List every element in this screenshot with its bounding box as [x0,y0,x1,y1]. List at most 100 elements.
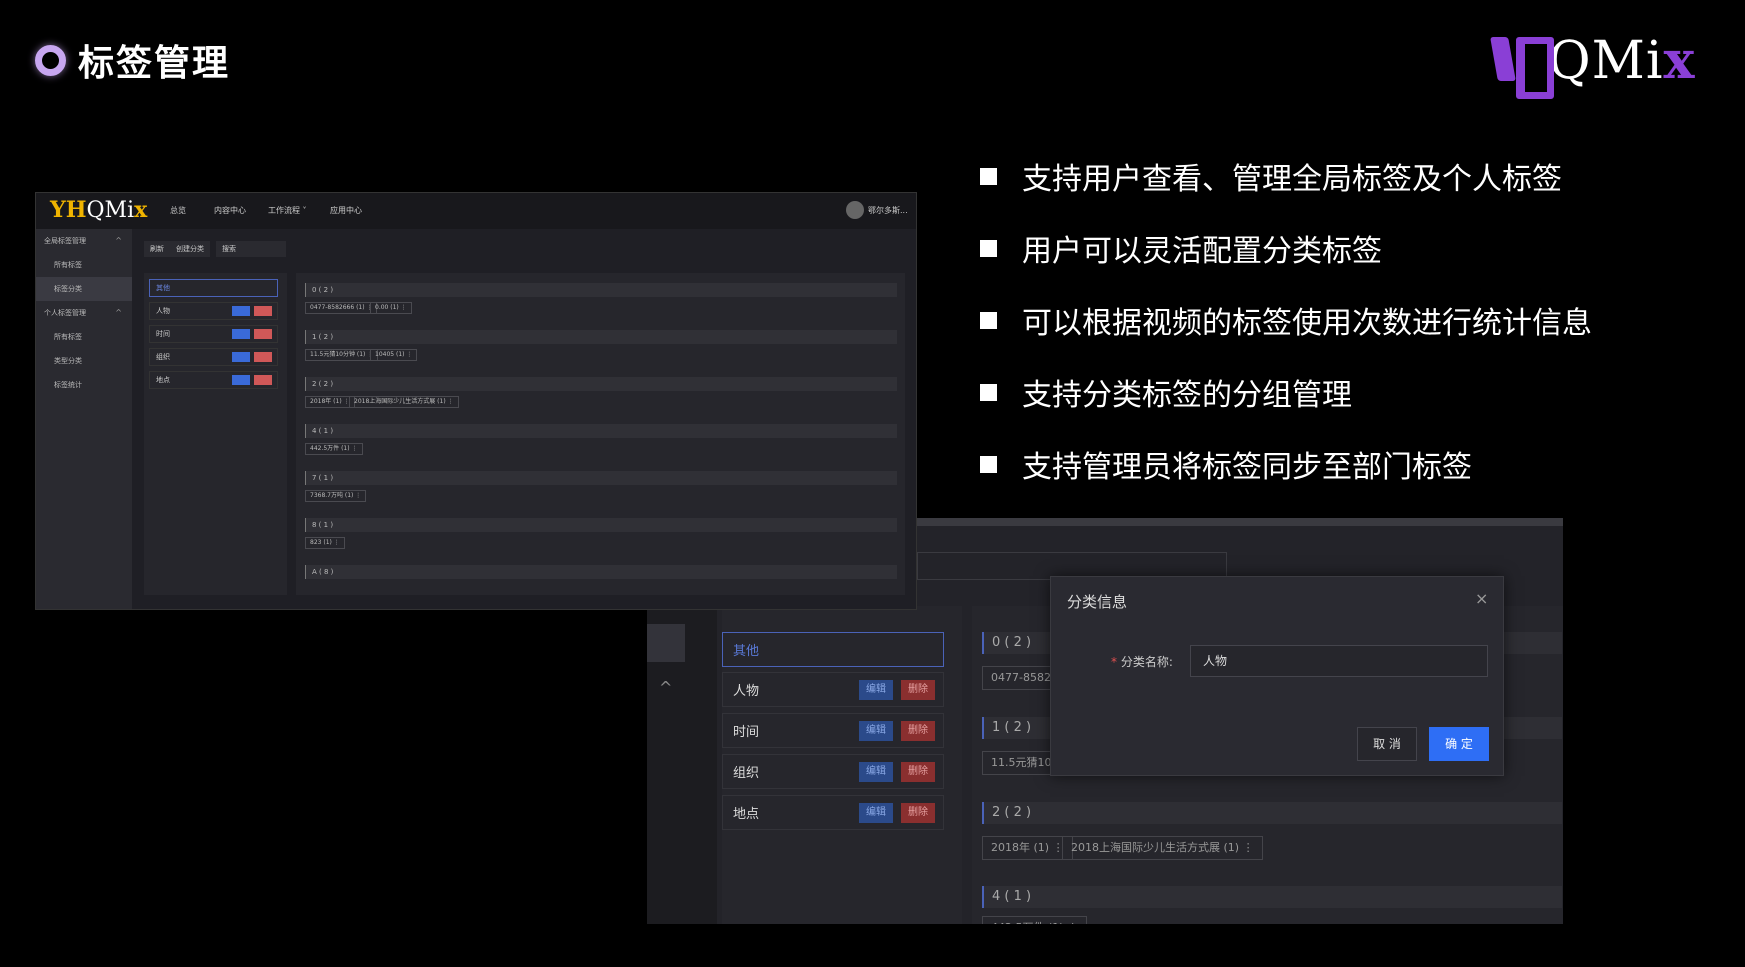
close-icon[interactable]: × [1475,589,1488,608]
category-name-input[interactable]: 人物 [1190,645,1488,677]
tag-group-header: 2 ( 2 ) [305,377,897,391]
feature-text: 用户可以灵活配置分类标签 [1022,234,1382,269]
sidebar-item-tag-stats[interactable]: 标签统计 [36,373,132,397]
search-input[interactable]: 搜索 [216,241,286,257]
edit-button[interactable] [232,306,250,316]
category-item[interactable]: 人物 [149,302,278,320]
confirm-button[interactable]: 确 定 [1429,727,1489,761]
sidebar-group-personal[interactable]: 个人标签管理 ^ [36,301,132,325]
delete-button[interactable] [254,329,272,339]
tag-chip[interactable]: 2018年 (1) ⋮ [982,836,1073,860]
tag-group-header: A ( 8 ) [305,565,897,579]
sidebar-label: 个人标签管理 [44,309,86,317]
slide-title: 标签管理 [78,43,231,84]
nav-workflow[interactable]: 工作流程 ˅ [268,205,307,216]
category-name: 其他 [733,644,760,659]
sidebar-label: 全局标签管理 [44,237,86,245]
bullet-square-icon [980,239,997,257]
tag-chip[interactable]: 823 (1) ⋮ [305,537,345,549]
category-info-modal: 分类信息 × * 分类名称: 人物 取 消 确 定 [1050,576,1504,776]
logo-text: QMi [1548,30,1664,91]
nav-overview[interactable]: 总览 [170,205,186,216]
category-name-label: * 分类名称: [1111,653,1173,670]
tag-chip[interactable]: 2018上海国际少儿生活方式展 (1) ⋮ [1062,836,1263,860]
sidebar: 全局标签管理 ^ 所有标签 标签分类 个人标签管理 ^ 所有标签 类型分类 标签统计 [36,229,132,609]
sidebar-item-tag-category[interactable]: 标签分类 [36,277,132,301]
required-mark: * [1111,655,1117,669]
category-item[interactable]: 其他 [149,279,278,297]
feature-item: 支持管理员将标签同步至部门标签 [980,428,1720,500]
category-name: 时间 [156,330,170,338]
delete-button[interactable] [254,352,272,362]
top-strip [917,518,1563,526]
sidebar-label: 类型分类 [54,357,82,365]
feature-text: 支持用户查看、管理全局标签及个人标签 [1022,162,1562,197]
chevron-up-icon[interactable]: ^ [659,678,672,697]
tag-chip[interactable]: 2018上海国际少儿生活方式展 (1) ⋮ [349,396,459,408]
user-menu[interactable]: 鄂尔多斯... [846,201,908,219]
tag-category-screenshot: YHQMix 总览 内容中心 工作流程 ˅ 应用中心 鄂尔多斯... 全局标签管… [35,192,917,610]
feature-text: 支持分类标签的分组管理 [1022,378,1352,413]
delete-button[interactable] [254,306,272,316]
category-item[interactable]: 时间 [149,325,278,343]
delete-button[interactable]: 删除 [901,680,935,700]
sidebar-label: 所有标签 [54,333,82,341]
nav-app-center[interactable]: 应用中心 [330,205,362,216]
category-item[interactable]: 其他 [722,632,944,667]
delete-button[interactable]: 删除 [901,721,935,741]
feature-text: 可以根据视频的标签使用次数进行统计信息 [1022,306,1592,341]
edit-button[interactable]: 编辑 [859,803,893,823]
edit-button[interactable]: 编辑 [859,680,893,700]
sidebar-item-all-tags[interactable]: 所有标签 [36,253,132,277]
sidebar-group-global[interactable]: 全局标签管理 ^ [36,229,132,253]
category-item[interactable]: 时间 编辑 删除 [722,713,944,748]
edit-button[interactable] [232,352,250,362]
sidebar-active-item[interactable] [647,624,685,662]
delete-button[interactable]: 删除 [901,803,935,823]
feature-item: 用户可以灵活配置分类标签 [980,212,1720,284]
category-name: 人物 [156,307,170,315]
delete-button[interactable] [254,375,272,385]
yh-logo-icon: YH [50,197,87,223]
tag-chip[interactable]: 0.00 (1) ⋮ [370,302,412,314]
tag-chip[interactable]: 2018年 (1) ⋮ [305,396,355,408]
category-panel: 其他 人物 编辑 删除 时间 编辑 删除 组织 编辑 删除 地点 编辑 删除 [722,606,962,924]
tag-group-header: 7 ( 1 ) [305,471,897,485]
create-category-button[interactable]: 创建分类 [170,241,210,257]
edit-button[interactable]: 编辑 [859,762,893,782]
tag-chip[interactable]: 11.5元猜10分钟 (1) ⋮ [305,349,379,361]
yh-logo-icon [1490,33,1554,99]
title-ring-icon [35,45,66,76]
tag-chip[interactable]: 442.5万件 (1) ⋮ [305,443,363,455]
category-name: 组织 [733,766,760,781]
nav-content-center[interactable]: 内容中心 [214,205,246,216]
category-item[interactable]: 地点 编辑 删除 [722,795,944,830]
feature-text: 支持管理员将标签同步至部门标签 [1022,450,1472,485]
sidebar-label: 标签统计 [54,381,82,389]
delete-button[interactable]: 删除 [901,762,935,782]
tag-chip[interactable]: 0477-8582666 (1) ⋮ [305,302,378,314]
tag-chip[interactable]: 7368.7万吨 (1) ⋮ [305,490,367,502]
category-item[interactable]: 地点 [149,371,278,389]
brand-logo: QMix [1490,30,1696,99]
edit-button[interactable]: 编辑 [859,721,893,741]
feature-item: 可以根据视频的标签使用次数进行统计信息 [980,284,1720,356]
category-item[interactable]: 人物 编辑 删除 [722,672,944,707]
edit-button[interactable] [232,375,250,385]
sidebar-item-type-category[interactable]: 类型分类 [36,349,132,373]
tag-chip[interactable]: 442.5万件 (1) ⋮ [982,916,1088,924]
sidebar-label: 所有标签 [54,261,82,269]
refresh-button[interactable]: 刷新 [144,241,170,257]
sidebar-item-personal-all-tags[interactable]: 所有标签 [36,325,132,349]
cancel-button[interactable]: 取 消 [1357,727,1417,761]
bullet-square-icon [980,311,997,329]
edit-button[interactable] [232,329,250,339]
tag-chip[interactable]: 10405 (1) ⋮ [370,349,418,361]
feature-list: 支持用户查看、管理全局标签及个人标签 用户可以灵活配置分类标签 可以根据视频的标… [980,140,1720,500]
category-panel: 其他 人物 时间 组织 地点 [144,273,287,595]
app-logo[interactable]: YHQMix [50,197,147,223]
category-item[interactable]: 组织 编辑 删除 [722,754,944,789]
avatar [846,201,864,219]
sidebar-label: 标签分类 [54,285,82,293]
category-item[interactable]: 组织 [149,348,278,366]
